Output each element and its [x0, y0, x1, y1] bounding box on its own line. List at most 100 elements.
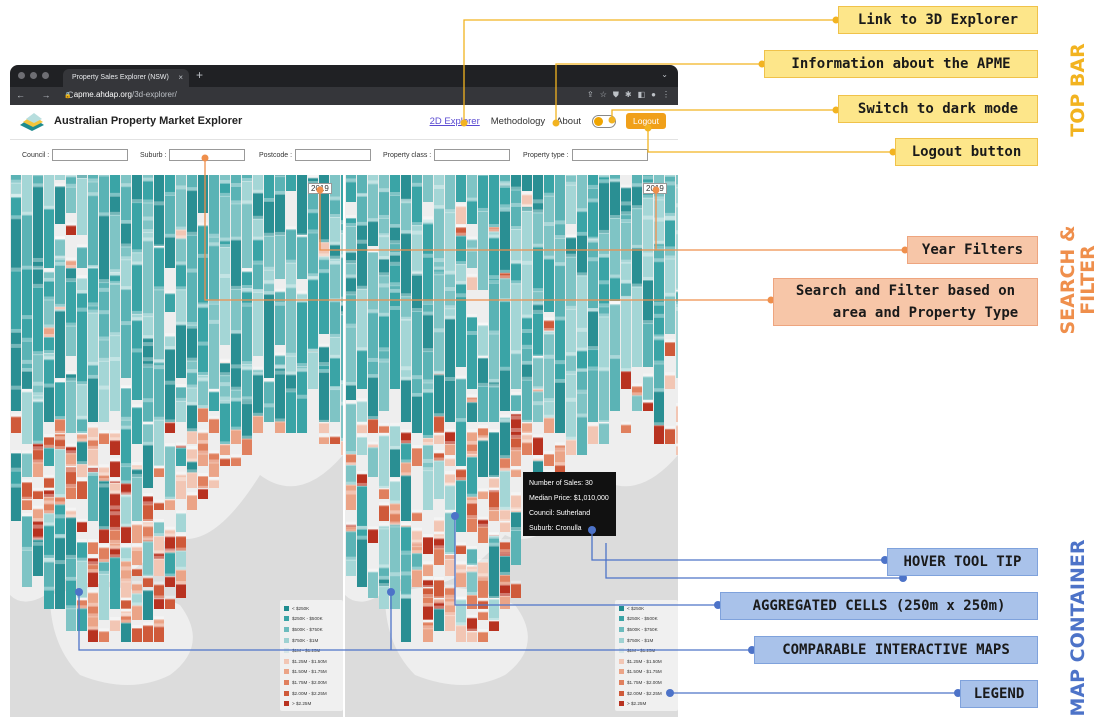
aggregated-cell[interactable] — [297, 175, 307, 235]
aggregated-cell[interactable] — [330, 355, 340, 389]
aggregated-cell[interactable] — [99, 628, 109, 642]
aggregated-cell[interactable] — [544, 415, 554, 433]
aggregated-cell[interactable] — [55, 175, 65, 180]
dark-mode-toggle[interactable] — [592, 115, 616, 128]
aggregated-cell[interactable] — [379, 423, 389, 433]
aggregated-cell[interactable] — [621, 422, 631, 433]
aggregated-cell[interactable] — [176, 510, 186, 532]
side-panel-icon[interactable]: ◧ — [638, 90, 646, 100]
aggregated-cell[interactable] — [610, 355, 620, 411]
aggregated-cell[interactable] — [44, 206, 54, 268]
aggregated-cell[interactable] — [165, 497, 175, 510]
aggregated-cell[interactable] — [198, 175, 208, 213]
aggregated-cell[interactable] — [176, 581, 186, 598]
aggregated-cell[interactable] — [187, 428, 197, 444]
aggregated-cell[interactable] — [66, 222, 76, 235]
aggregated-cell[interactable] — [665, 293, 675, 334]
aggregated-cell[interactable] — [121, 524, 131, 543]
aggregated-cell[interactable] — [368, 444, 378, 477]
aggregated-cell[interactable] — [297, 234, 307, 279]
aggregated-cell[interactable] — [412, 445, 422, 466]
aggregated-cell[interactable] — [121, 597, 131, 609]
aggregated-cell[interactable] — [253, 289, 263, 356]
aggregated-cell[interactable] — [467, 546, 477, 565]
aggregated-cell[interactable] — [330, 434, 340, 444]
aggregated-cell[interactable] — [566, 437, 576, 455]
aggregated-cell[interactable] — [330, 386, 340, 422]
aggregated-cell[interactable] — [209, 460, 219, 477]
aggregated-cell[interactable] — [220, 455, 230, 466]
aggregated-cell[interactable] — [489, 488, 499, 510]
aggregated-cell[interactable] — [610, 215, 620, 279]
aggregated-cell[interactable] — [434, 517, 444, 532]
aggregated-cell[interactable] — [555, 175, 565, 224]
aggregated-cell[interactable] — [467, 198, 477, 224]
aggregated-cell[interactable] — [253, 413, 263, 433]
aggregated-cell[interactable] — [368, 569, 378, 598]
aggregated-cell[interactable] — [489, 543, 499, 598]
aggregated-cell[interactable] — [165, 234, 175, 268]
aggregated-cell[interactable] — [511, 447, 521, 466]
aggregated-cell[interactable] — [341, 438, 343, 455]
aggregated-cell[interactable] — [467, 615, 477, 631]
aggregated-cell[interactable] — [654, 422, 664, 444]
aggregated-cell[interactable] — [478, 488, 488, 499]
aggregated-cell[interactable] — [66, 323, 76, 356]
aggregated-cell[interactable] — [456, 569, 466, 587]
aggregated-cell[interactable] — [533, 310, 543, 356]
aggregated-cell[interactable] — [88, 539, 98, 554]
aggregated-cell[interactable] — [500, 367, 510, 411]
aggregated-cell[interactable] — [220, 441, 230, 455]
aggregated-cell[interactable] — [489, 507, 499, 521]
aggregated-cell[interactable] — [522, 377, 532, 422]
aggregated-cell[interactable] — [242, 366, 252, 400]
aggregated-cell[interactable] — [319, 369, 329, 422]
aggregated-cell[interactable] — [676, 230, 678, 290]
aggregated-cell[interactable] — [77, 416, 87, 433]
aggregated-cell[interactable] — [209, 320, 219, 389]
aggregated-cell[interactable] — [154, 500, 164, 510]
window-controls[interactable] — [18, 72, 49, 79]
aggregated-cell[interactable] — [132, 602, 142, 620]
aggregated-cell[interactable] — [434, 545, 444, 565]
aggregated-cell[interactable] — [577, 414, 587, 455]
aggregated-cell[interactable] — [55, 416, 65, 433]
aggregated-cell[interactable] — [33, 488, 43, 499]
aggregated-cell[interactable] — [110, 212, 120, 279]
aggregated-cell[interactable] — [198, 486, 208, 499]
aggregated-cell[interactable] — [132, 547, 142, 565]
aggregated-cell[interactable] — [154, 286, 164, 367]
aggregated-cell[interactable] — [346, 324, 356, 389]
aggregated-cell[interactable] — [319, 434, 329, 444]
aggregated-cell[interactable] — [308, 349, 318, 389]
aggregated-cell[interactable] — [154, 556, 164, 576]
aggregated-cell[interactable] — [121, 620, 131, 642]
aggregated-cell[interactable] — [423, 534, 433, 554]
profile-avatar-icon[interactable]: ● — [651, 90, 656, 100]
aggregated-cell[interactable] — [434, 577, 444, 598]
aggregated-cell[interactable] — [676, 307, 678, 378]
aggregated-cell[interactable] — [143, 398, 153, 422]
aggregated-cell[interactable] — [412, 510, 422, 521]
map-right[interactable]: 2019 < $250K$250K - $500K$500K - $750K$7… — [345, 175, 678, 717]
aggregated-cell[interactable] — [346, 178, 356, 202]
aggregated-cell[interactable] — [533, 434, 543, 455]
aggregated-cell[interactable] — [489, 618, 499, 631]
aggregated-cell[interactable] — [412, 393, 422, 433]
year-select-right[interactable]: 2019 — [643, 183, 667, 194]
aggregated-cell[interactable] — [33, 398, 43, 444]
aggregated-cell[interactable] — [143, 237, 153, 323]
aggregated-cell[interactable] — [357, 286, 367, 356]
aggregated-cell[interactable] — [44, 384, 54, 422]
aggregated-cell[interactable] — [55, 308, 65, 378]
aggregated-cell[interactable] — [643, 320, 653, 367]
aggregated-cell[interactable] — [143, 622, 153, 642]
council-input[interactable] — [52, 149, 128, 161]
aggregated-cell[interactable] — [275, 418, 285, 433]
aggregated-cell[interactable] — [423, 625, 433, 642]
aggregated-cell[interactable] — [456, 293, 466, 367]
aggregated-cell[interactable] — [66, 450, 76, 466]
aggregated-cell[interactable] — [500, 208, 510, 279]
aggregated-cell[interactable] — [478, 383, 488, 422]
aggregated-cell[interactable] — [110, 554, 120, 609]
